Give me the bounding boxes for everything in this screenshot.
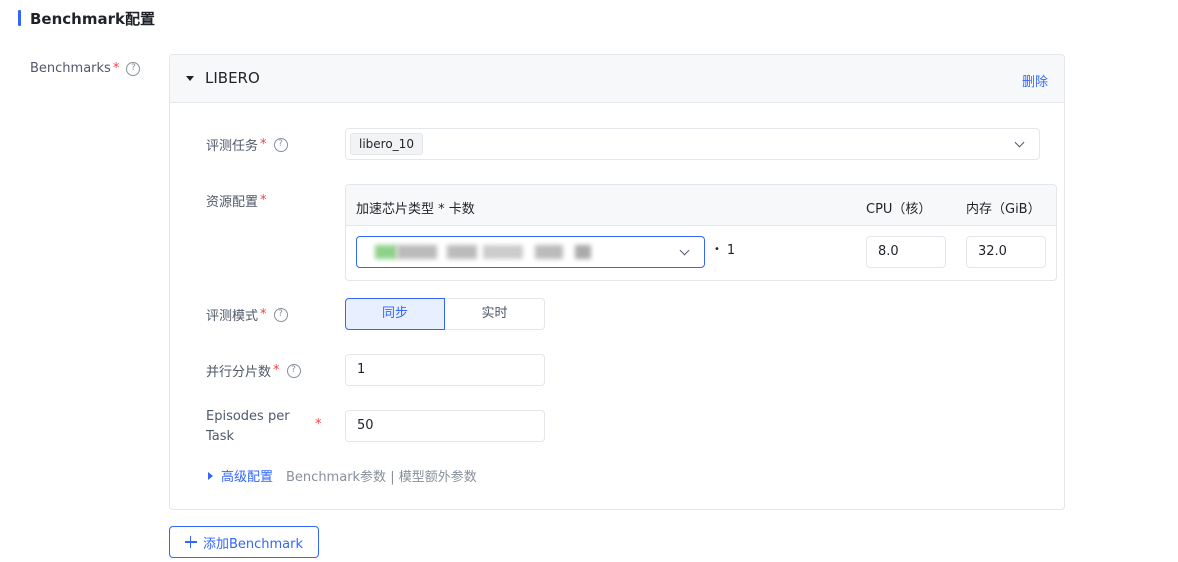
required-mark: *: [315, 417, 322, 432]
multiply-sign: •: [714, 244, 720, 255]
redacted-value: [397, 245, 437, 259]
resource-table-header: 加速芯片类型 * 卡数 CPU（核） 内存（GiB）: [346, 185, 1056, 226]
eval-mode-label: 评测模式 * ?: [206, 305, 288, 324]
collapse-caret-icon[interactable]: [186, 76, 194, 81]
chevron-down-icon[interactable]: [679, 245, 690, 256]
redacted-value: [375, 245, 397, 259]
episodes-label-line1: Episodes per: [206, 409, 290, 424]
mode-realtime-button[interactable]: 实时: [445, 298, 545, 330]
episodes-label: Episodes per Task: [206, 407, 290, 447]
benchmarks-label: Benchmarks * ?: [30, 61, 141, 76]
memory-input[interactable]: 32.0: [966, 236, 1046, 268]
shards-label-text: 并行分片数: [206, 365, 272, 380]
benchmark-title: LIBERO: [205, 69, 260, 87]
cpu-input[interactable]: 8.0: [866, 236, 946, 268]
episodes-label-line2: Task: [206, 429, 235, 444]
benchmark-card-header[interactable]: LIBERO 删除: [170, 55, 1064, 103]
card-count-value: 1: [726, 243, 736, 258]
add-benchmark-label: 添加Benchmark: [202, 536, 304, 552]
redacted-value: [535, 245, 563, 259]
add-benchmark-button[interactable]: 添加Benchmark: [169, 526, 319, 558]
section-title-text: Benchmark配置: [30, 9, 155, 28]
required-mark: *: [260, 137, 267, 152]
cpu-header: CPU（核）: [866, 202, 932, 217]
redacted-value: [575, 245, 591, 259]
redacted-value: [483, 245, 523, 259]
required-mark: *: [112, 61, 120, 76]
selected-task-tag[interactable]: libero_10: [350, 133, 423, 155]
section-title: Benchmark配置: [18, 8, 155, 28]
advanced-config-link[interactable]: 高级配置: [221, 466, 273, 485]
eval-mode-label-text: 评测模式: [206, 309, 259, 324]
benchmark-config-page: Benchmark配置 Benchmarks * ? LIBERO 删除 评测任…: [0, 0, 1178, 562]
card-count: • 1: [714, 243, 735, 258]
eval-task-label: 评测任务 * ?: [206, 135, 288, 154]
required-mark: *: [260, 193, 267, 208]
eval-mode-segmented: 同步 实时: [345, 298, 545, 330]
eval-task-select[interactable]: libero_10: [345, 128, 1040, 160]
advanced-config-row: 高级配置 Benchmark参数 | 模型额外参数: [208, 466, 477, 485]
memory-header: 内存（GiB）: [966, 202, 1041, 217]
mode-sync-button[interactable]: 同步: [345, 298, 445, 330]
benchmarks-label-text: Benchmarks: [30, 61, 111, 76]
chevron-down-icon[interactable]: [1014, 137, 1025, 148]
help-icon[interactable]: ?: [286, 363, 301, 378]
required-mark: *: [273, 363, 280, 378]
redacted-value: [447, 245, 477, 259]
advanced-config-desc: Benchmark参数 | 模型额外参数: [286, 470, 477, 485]
help-icon[interactable]: ?: [273, 307, 288, 322]
expand-caret-icon[interactable]: [208, 471, 213, 480]
eval-task-label-text: 评测任务: [206, 139, 259, 154]
shards-label: 并行分片数 * ?: [206, 361, 301, 380]
resource-table: 加速芯片类型 * 卡数 CPU（核） 内存（GiB） • 1 8.0 32.0: [345, 184, 1057, 281]
required-mark: *: [260, 307, 267, 322]
section-accent-bar: [18, 10, 21, 26]
episodes-input[interactable]: 50: [345, 410, 545, 442]
benchmark-card: LIBERO 删除: [169, 54, 1065, 510]
plus-icon: [184, 536, 197, 548]
help-icon[interactable]: ?: [126, 61, 141, 76]
shards-input[interactable]: 1: [345, 354, 545, 386]
help-icon[interactable]: ?: [273, 137, 288, 152]
accelerator-header: 加速芯片类型 * 卡数: [356, 202, 475, 217]
resource-config-label-text: 资源配置: [206, 195, 259, 210]
resource-config-label: 资源配置 *: [206, 191, 267, 210]
accelerator-select[interactable]: [356, 236, 705, 268]
delete-benchmark-link[interactable]: 删除: [1022, 71, 1048, 90]
